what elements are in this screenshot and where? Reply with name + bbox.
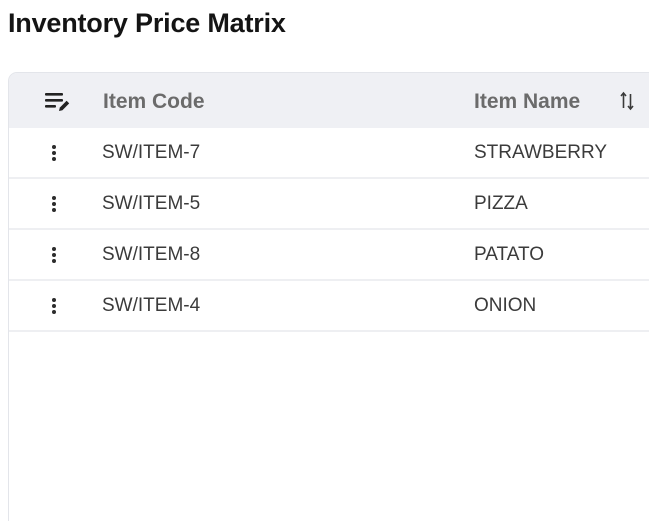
- cell-item-name: STRAWBERRY: [474, 142, 608, 163]
- cell-item-code: SW/ITEM-7: [102, 142, 201, 163]
- cell-item-code: SW/ITEM-4: [102, 295, 201, 316]
- cell-item-name: PATATO: [474, 244, 545, 265]
- cell-item-code: SW/ITEM-8: [102, 244, 201, 265]
- cell-item-code: SW/ITEM-5: [102, 193, 201, 214]
- column-header-item-code[interactable]: Item Code: [103, 73, 205, 128]
- table-row[interactable]: SW/ITEM-8 PATATO: [9, 230, 649, 281]
- page-title: Inventory Price Matrix: [8, 8, 286, 38]
- more-vertical-icon[interactable]: [45, 242, 63, 268]
- edit-columns-icon[interactable]: [43, 90, 71, 114]
- table-body: SW/ITEM-7 STRAWBERRY SW/ITEM-5 PIZZA SW/…: [9, 128, 649, 332]
- column-header-item-name[interactable]: Item Name: [474, 73, 580, 128]
- table-row[interactable]: SW/ITEM-5 PIZZA: [9, 179, 649, 230]
- more-vertical-icon[interactable]: [45, 293, 63, 319]
- more-vertical-icon[interactable]: [45, 140, 63, 166]
- more-vertical-icon[interactable]: [45, 191, 63, 217]
- table-header: Item Code Item Name: [9, 73, 649, 128]
- table-row[interactable]: SW/ITEM-4 ONION: [9, 281, 649, 332]
- table-row[interactable]: SW/ITEM-7 STRAWBERRY: [9, 128, 649, 179]
- cell-item-name: PIZZA: [474, 193, 528, 214]
- cell-item-name: ONION: [474, 295, 537, 316]
- page: Inventory Price Matrix Item Code Item Na…: [0, 0, 649, 521]
- sort-arrows-icon[interactable]: [619, 91, 635, 111]
- inventory-table: Item Code Item Name SW/ITEM-7 STRAWBERRY…: [8, 72, 649, 521]
